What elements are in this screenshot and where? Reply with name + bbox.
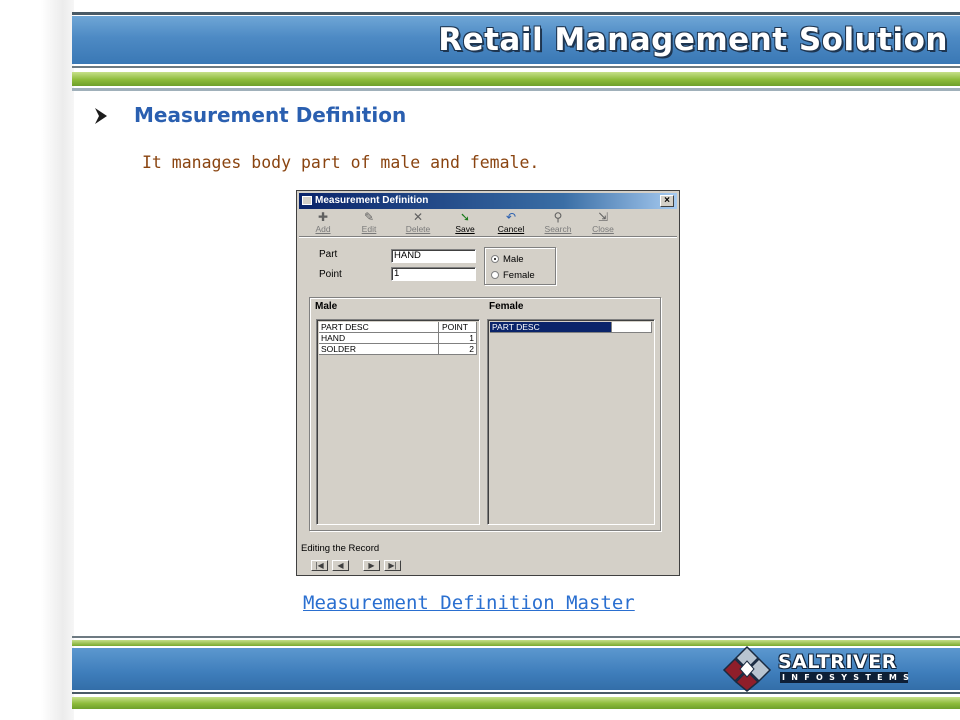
search-button[interactable]: ⚲ Search [538,210,578,235]
brand-subtitle: INFOSYSTEMS [780,672,916,683]
female-radio[interactable]: Female [491,270,535,281]
male-grid-heading: Male [315,301,338,312]
part-label: Part [319,249,338,260]
male-col-point[interactable]: POINT [439,322,477,333]
close-button[interactable]: ⇲ Close [583,210,623,235]
first-record-button[interactable]: |◀ [311,560,328,571]
female-grid[interactable]: PART DESC POINT [487,319,655,525]
female-grid-header-row: PART DESC POINT [490,322,652,333]
header-bar: Retail Management Solution [72,16,960,64]
header-top-rule [72,12,960,15]
header-green-stripe [72,72,960,86]
save-button-label: Save [455,224,475,234]
part-input[interactable]: HAND [391,249,476,263]
header-bottom-rule [72,88,960,91]
header-rule [72,66,960,68]
point-input[interactable]: 1 [391,267,476,281]
footer-top-rule [72,636,960,638]
toolbar: ✚ Add ✎ Edit ✕ Delete ➘ Save ↶ Cancel ⚲ … [301,210,675,235]
last-record-icon: ▶| [388,561,397,570]
toolbar-separator [299,236,677,238]
save-arrow-icon: ➘ [459,210,471,224]
window-app-icon [302,196,312,205]
row-point: 2 [439,344,477,355]
window-close-button[interactable]: × [660,195,674,207]
male-grid[interactable]: PART DESC POINT HAND 1 SOLDER 2 [316,319,480,525]
cancel-button-label: Cancel [497,224,525,234]
search-icon: ⚲ [553,210,563,224]
x-icon: ✕ [412,210,424,224]
next-record-button[interactable]: ▶ [363,560,380,571]
gender-radio-group: Male Female [484,247,556,285]
cancel-button[interactable]: ↶ Cancel [491,210,531,235]
female-col-part-desc[interactable]: PART DESC [490,322,612,333]
prev-record-icon: ◀ [337,561,344,570]
next-record-icon: ▶ [368,561,375,570]
first-record-icon: |◀ [315,561,324,570]
table-row[interactable]: SOLDER 2 [319,344,477,355]
save-button[interactable]: ➘ Save [445,210,485,235]
row-part-desc: HAND [319,333,439,344]
point-label: Point [319,269,342,280]
female-radio-label: Female [503,270,535,281]
undo-arrow-icon: ↶ [505,210,517,224]
delete-button-label: Delete [405,224,431,234]
female-col-point[interactable]: POINT [612,322,652,333]
edit-button-label: Edit [361,224,377,234]
slide-title: Retail Management Solution [438,22,948,58]
add-button[interactable]: ✚ Add [303,210,343,235]
male-radio[interactable]: Male [491,254,524,265]
female-grid-heading: Female [489,301,524,312]
status-text: Editing the Record [301,543,380,554]
last-record-button[interactable]: ▶| [384,560,401,571]
edit-button[interactable]: ✎ Edit [349,210,389,235]
arrow-bullet-icon [95,108,107,124]
male-grid-header-row: PART DESC POINT [319,322,477,333]
left-shadow-decoration [0,0,74,720]
search-button-label: Search [544,224,572,234]
row-point: 1 [439,333,477,344]
saltriver-logo-icon [722,645,772,692]
window-title: Measurement Definition [315,195,429,206]
male-radio-label: Male [503,254,524,265]
section-title: Measurement Definition [134,103,407,127]
screen-caption-link[interactable]: Measurement Definition Master [303,592,635,614]
male-col-part-desc[interactable]: PART DESC [319,322,439,333]
close-button-label: Close [592,224,614,234]
section-description: It manages body part of male and female. [142,153,540,172]
add-button-label: Add [315,224,331,234]
footer-green-rule [72,640,960,646]
plus-icon: ✚ [317,210,329,224]
delete-button[interactable]: ✕ Delete [398,210,438,235]
footer-bottom-rule [72,692,960,694]
radio-indicator [491,271,499,279]
row-part-desc: SOLDER [319,344,439,355]
radio-selected-indicator [491,255,499,263]
door-icon: ⇲ [597,210,609,224]
footer-green-stripe [72,697,960,709]
brand-name: SALTRIVER [778,651,897,673]
measurement-definition-window: Measurement Definition × ✚ Add ✎ Edit ✕ … [296,190,680,576]
table-row[interactable]: HAND 1 [319,333,477,344]
pencil-icon: ✎ [363,210,375,224]
prev-record-button[interactable]: ◀ [332,560,349,571]
window-titlebar: Measurement Definition × [299,193,677,209]
